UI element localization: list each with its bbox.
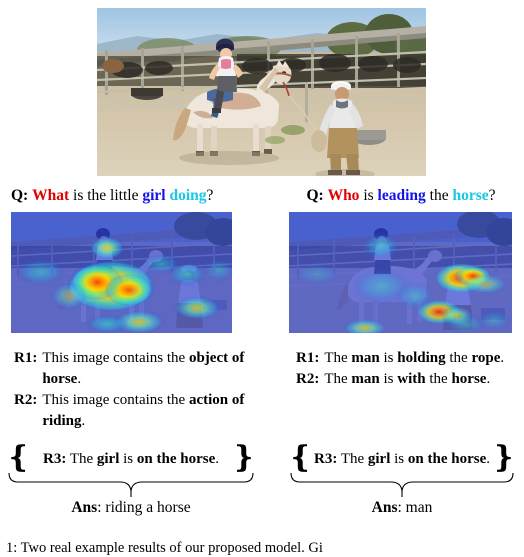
reason-seg: the [445,350,472,366]
reason-text: The man is holding the rope. [324,348,521,369]
reason-seg-bold: horse [451,371,487,387]
answer-right-value: man [405,499,433,516]
source-photo-graphic [97,8,426,176]
reason-seg: is [379,350,398,366]
heatmap-right [289,212,512,333]
question-left-token-2: girl [142,187,166,204]
question-right-token-4: horse [452,187,489,204]
reason-item: R1: This image contains the object of ho… [14,348,254,390]
answer-right: Ans: man [288,498,516,518]
reason-seg: is [379,371,398,387]
reason-text: This image contains the object of horse. [42,348,254,390]
question-left-label: Q: [11,187,29,204]
reason-seg-bold: man [351,350,380,366]
brace-right-icon: ❵ [490,440,516,475]
question-right-token-1: is [363,187,374,204]
reason-tag: R1: [296,350,320,366]
heatmap-right-graphic [289,212,512,333]
question-right: Q: Who is leading the horse? [289,186,513,206]
reason-seg: The [324,371,352,387]
question-left-token-3: doing [169,187,207,204]
reason-seg: This image contains the [42,350,189,366]
reasons-right: R1: The man is holding the rope. R2: The… [296,348,521,390]
caption-number: 1: [6,540,18,556]
reason-seg-bold: with [397,371,426,387]
source-photo [97,8,426,176]
reason-item: R1: The man is holding the rope. [296,348,521,369]
reason-seg: . [81,413,86,429]
reason-item: R2: This image contains the action of ri… [14,390,254,432]
r3-seg: . [486,451,490,467]
r3-tag: R3: [314,451,338,467]
heatmap-left [11,212,232,333]
brace-left-icon: ❴ [6,440,32,475]
question-right-token-0: Who [327,187,360,204]
reason-seg: This image contains the [42,392,189,408]
reason-seg: . [77,371,82,387]
figure-caption: 1: Two real example results of our propo… [6,540,518,557]
heatmap-left-graphic [11,212,232,333]
reason-seg: the [425,371,452,387]
r3-seg-bold: girl [96,451,120,467]
question-left-token-1: is the little [73,187,139,204]
answer-left-separator: : [97,499,102,516]
caption-text: Two real example results of our proposed… [20,540,323,556]
r3-seg-bold: on the horse [407,451,487,467]
r3-left-row: ❴ R3: The girl is on the horse. ❵ [6,440,256,475]
r3-seg: The [69,451,97,467]
question-right-label: Q: [306,187,324,204]
r3-seg-bold: on the horse [136,451,216,467]
brace-right-icon: ❵ [230,440,256,475]
answer-left-label: Ans [71,499,98,516]
r3-seg: . [215,451,219,467]
r3-right-group: ❴ R3: The girl is on the horse. ❵ [288,440,516,497]
r3-seg-bold: girl [367,451,391,467]
r3-left-group: ❴ R3: The girl is on the horse. ❵ [6,440,256,497]
reason-tag: R1: [14,350,38,366]
r3-seg: is [390,451,408,467]
r3-seg: is [119,451,137,467]
reason-text: This image contains the action of riding… [42,390,254,432]
reason-tag: R2: [296,371,320,387]
answer-left-value: riding a horse [105,499,191,516]
answer-right-separator: : [397,499,402,516]
reason-seg-bold: holding [397,350,446,366]
r3-right-text: R3: The girl is on the horse. [314,448,490,470]
reason-tag: R2: [14,392,38,408]
reason-seg-bold: rope [471,350,501,366]
reason-seg-bold: man [351,371,380,387]
r3-seg: The [340,451,368,467]
r3-left-text: R3: The girl is on the horse. [43,448,219,470]
underbrace-right-icon [290,472,514,497]
reason-text: The man is with the horse. [324,369,521,390]
reason-seg: The [324,350,352,366]
r3-tag: R3: [43,451,67,467]
underbrace-left-icon [8,472,254,497]
answer-left: Ans: riding a horse [6,498,256,518]
reasons-left: R1: This image contains the object of ho… [14,348,254,432]
r3-right-row: ❴ R3: The girl is on the horse. ❵ [288,440,516,475]
reason-seg: . [486,371,491,387]
reason-seg: . [500,350,505,366]
question-left: Q: What is the little girl doing? [11,186,261,206]
reason-item: R2: The man is with the horse. [296,369,521,390]
question-left-token-0: What [32,187,70,204]
question-left-token-4: ? [206,187,214,204]
question-right-token-3: the [429,187,449,204]
answer-right-label: Ans [371,499,398,516]
question-right-token-2: leading [377,187,426,204]
figure-root: Q: What is the little girl doing? Q: Who… [0,0,524,556]
question-right-token-5: ? [488,187,496,204]
brace-left-icon: ❴ [288,440,314,475]
